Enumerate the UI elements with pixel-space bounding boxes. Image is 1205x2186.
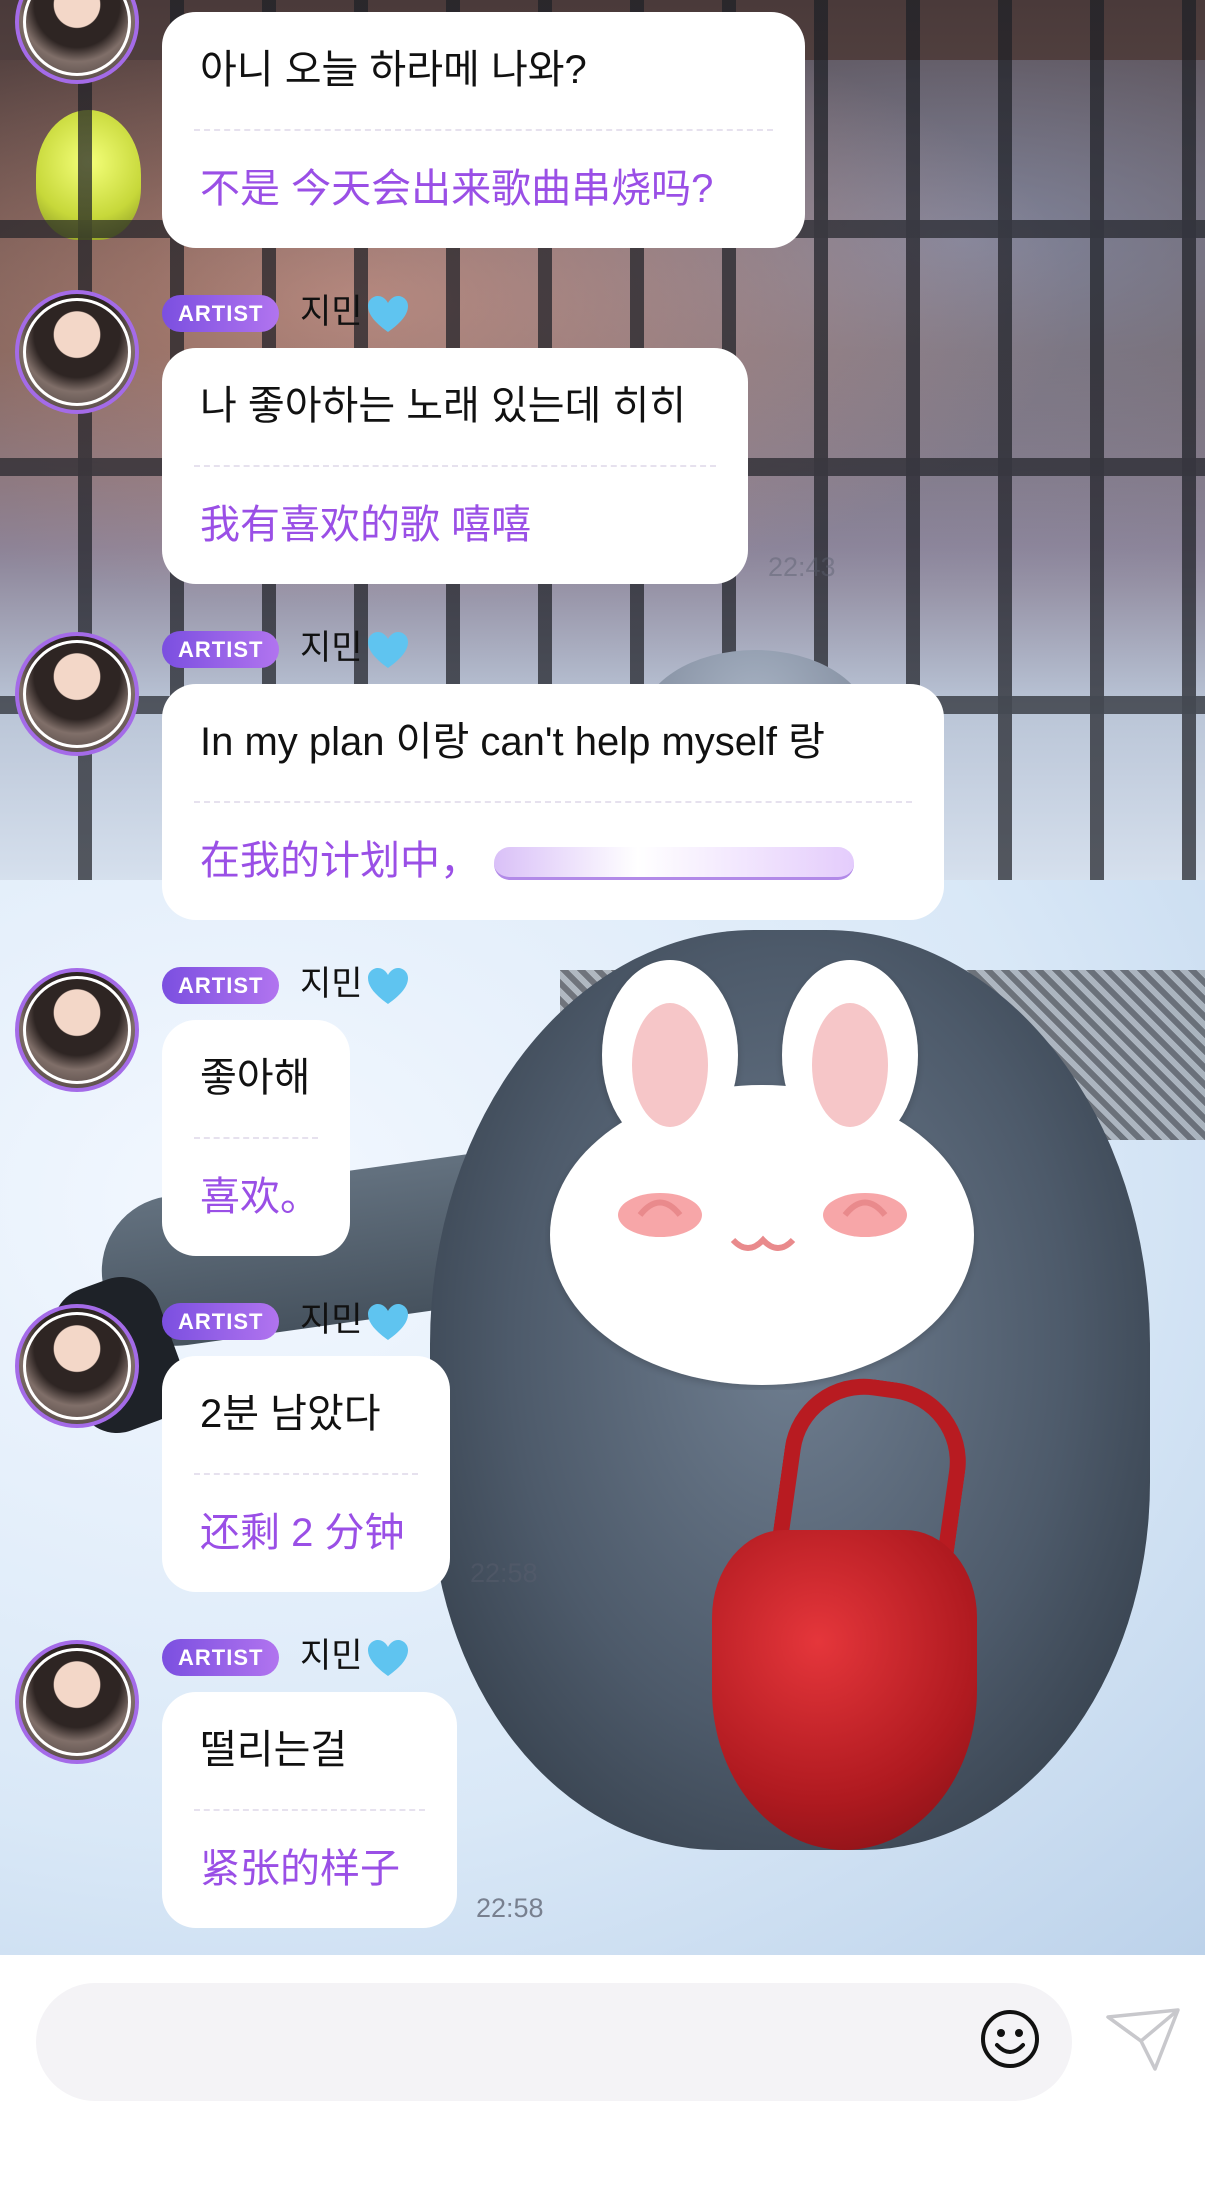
message-input-container[interactable] [36,1983,1072,2103]
message-bubble[interactable]: 나 좋아하는 노래 있는데 히히 我有喜欢的歌 嘻嘻 [162,348,748,584]
blue-heart-icon [368,296,408,332]
artist-badge: ARTIST [162,1639,280,1676]
paper-plane-icon[interactable] [1103,2005,1183,2075]
message-bubble[interactable]: In my plan 이랑 can't help myself 랑 在我的计划中… [162,684,944,920]
message-translation: 在我的计划中， [200,803,906,920]
message-input[interactable] [76,1983,960,2103]
sender-name: 지민 [300,293,363,331]
chat-feed[interactable]: 아니 오늘 하라메 나와? 不是 今天会出来歌曲串烧吗? ARTIST 지민 나… [0,0,1205,1955]
message-korean: 2분 남았다 [200,1392,381,1436]
message-translation: 不是 今天会出来歌曲串烧吗? [200,167,714,211]
message-korean: 아니 오늘 하라메 나와? [200,48,587,92]
blue-heart-icon [368,968,408,1004]
avatar[interactable] [15,1304,139,1428]
timestamp: 22:43 [768,552,836,582]
message-korean: 좋아해 [200,1056,311,1100]
artist-badge: ARTIST [162,967,280,1004]
avatar[interactable] [15,632,139,756]
message-translation: 紧张的样子 [200,1847,400,1891]
redacted-text [494,846,854,880]
timestamp: 22:58 [470,1558,538,1588]
message-translation: 我有喜欢的歌 嘻嘻 [200,503,532,547]
message-translation-text: 在我的计划中， [200,839,480,883]
smiley-icon[interactable] [979,2008,1041,2070]
message-bubble[interactable]: 아니 오늘 하라메 나와? 不是 今天会出来歌曲串烧吗? [162,12,805,248]
message-bubble[interactable]: 떨리는걸 紧张的样子 [162,1692,457,1928]
artist-badge: ARTIST [162,631,280,668]
message-korean: 나 좋아하는 노래 있는데 히히 [200,384,687,428]
sender-name: 지민 [300,965,363,1003]
message-korean: In my plan 이랑 can't help myself 랑 [200,720,825,764]
message-bubble[interactable]: 2분 남았다 还剩 2 分钟 [162,1356,450,1592]
blue-heart-icon [368,632,408,668]
message-translation: 喜欢。 [200,1175,320,1219]
message-translation: 还剩 2 分钟 [200,1511,405,1555]
artist-badge: ARTIST [162,295,280,332]
avatar[interactable] [15,968,139,1092]
blue-heart-icon [368,1304,408,1340]
timestamp: 22:58 [476,1893,544,1923]
avatar[interactable] [15,0,139,84]
blue-heart-icon [368,1640,408,1676]
avatar[interactable] [15,1640,139,1764]
sender-name: 지민 [300,1301,363,1339]
sender-name: 지민 [300,629,363,667]
artist-badge: ARTIST [162,1303,280,1340]
message-bubble[interactable]: 좋아해 喜欢。 [162,1020,350,1256]
message-composer [0,1955,1205,2186]
sender-name: 지민 [300,1637,363,1675]
avatar[interactable] [15,290,139,414]
message-korean: 떨리는걸 [200,1728,348,1772]
